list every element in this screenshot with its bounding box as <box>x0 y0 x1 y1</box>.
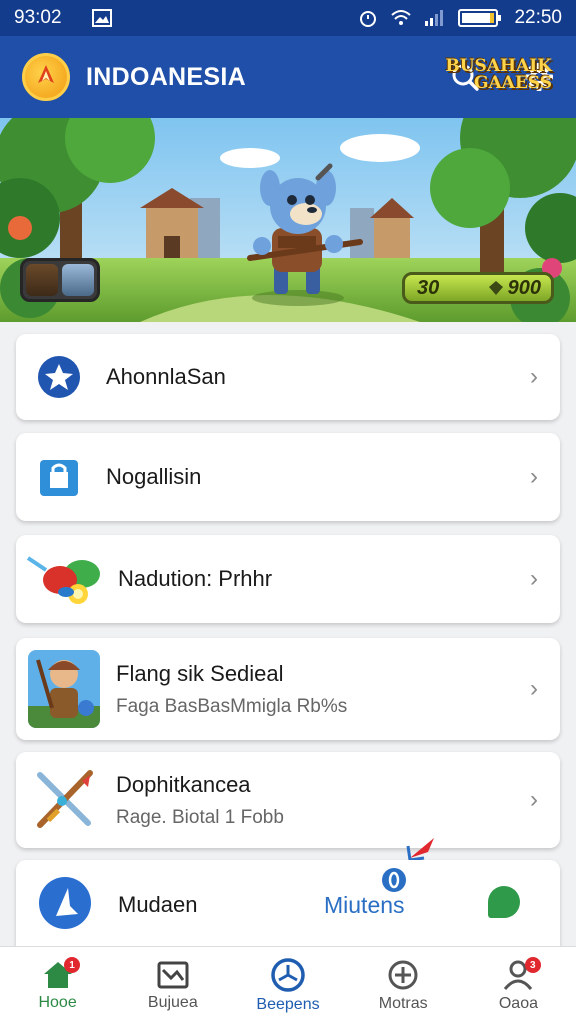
warrior-icon <box>28 650 100 728</box>
menu-item-title: Nogallisin <box>106 464 202 489</box>
status-bar: 93:02 22:50 <box>0 0 576 36</box>
score-pill: 30 900 <box>402 272 554 304</box>
chevron-right-icon: › <box>530 675 538 702</box>
arrow-icon <box>406 838 434 862</box>
menu-item-special[interactable]: Flang sik Sedieal Faga BasBasMmigla Rb%s… <box>16 638 560 740</box>
bag-icon <box>36 454 82 500</box>
thumbnail-2 <box>62 264 94 296</box>
tab-label: Bujuea <box>147 993 198 1011</box>
bottom-tab-bar: Hooe 1 Bujuea Beepens Motras Oaoa 3 <box>0 946 576 1024</box>
tab-label: Motras <box>378 994 428 1012</box>
score-right: 900 <box>507 276 541 299</box>
app-title: INDOANESIA <box>86 62 246 91</box>
alarm-icon <box>358 8 378 28</box>
bottom-card-center-label[interactable]: Miutens <box>324 892 405 919</box>
tab-label: Oaoa <box>498 994 538 1012</box>
chevron-right-icon: › <box>530 463 538 490</box>
bottom-card-label: Mudaen <box>118 892 198 917</box>
signal-icon <box>424 9 446 27</box>
tab-home[interactable]: Hooe 1 <box>0 947 115 1024</box>
flame-icon <box>38 65 54 83</box>
menu-item-nutrition[interactable]: Nadution: Prhhr › <box>16 535 560 623</box>
thumbnail-1 <box>26 264 58 296</box>
status-time-right: 22:50 <box>514 7 562 28</box>
location-icon <box>382 868 406 892</box>
crossed-swords-icon <box>32 767 98 833</box>
chevron-right-icon: › <box>530 363 538 390</box>
image-icon <box>91 8 112 28</box>
status-time-left: 93:02 <box>14 7 62 28</box>
wifi-icon <box>390 9 412 27</box>
menu-item-title: Dophitkancea <box>116 771 251 797</box>
tab-label: Beepens <box>256 995 320 1013</box>
tab-label: Hooe <box>38 993 77 1011</box>
tab-profile[interactable]: Oaoa 3 <box>461 947 576 1024</box>
photo-icon <box>157 961 189 988</box>
star-icon <box>36 354 82 400</box>
menu-item-shop[interactable]: Nogallisin › <box>16 433 560 521</box>
score-left: 30 <box>417 276 440 299</box>
banner-thumbnails[interactable] <box>20 258 100 302</box>
fruit-icon <box>26 544 104 614</box>
compass-icon <box>271 957 305 992</box>
menu-item-title: AhonnlaSan <box>106 364 226 389</box>
bottom-card[interactable]: Mudaen Miutens <box>16 860 560 950</box>
banner-brand: BUSAHAIK GAAESS <box>445 58 552 92</box>
gem-icon <box>488 281 503 295</box>
menu-item-title: Nadution: Prhhr <box>118 566 273 591</box>
chevron-right-icon: › <box>530 565 538 592</box>
menu-item-subtitle: Rage. Biotal 1 Fobb <box>116 806 284 828</box>
tab-beepens[interactable]: Beepens <box>230 947 345 1024</box>
chevron-right-icon: › <box>530 786 538 813</box>
menu-item-subtitle: Faga BasBasMmigla Rb%s <box>116 695 348 717</box>
menu-item-title: Flang sik Sedieal <box>116 660 284 686</box>
tab-motras[interactable]: Motras <box>346 947 461 1024</box>
navigation-icon <box>38 876 92 935</box>
menu-item-achievements[interactable]: AhonnlaSan › <box>16 334 560 420</box>
tab-bujuea[interactable]: Bujuea <box>115 947 230 1024</box>
status-dot-icon <box>488 886 520 918</box>
menu-item-equipment[interactable]: Dophitkancea Rage. Biotal 1 Fobb › <box>16 752 560 848</box>
app-logo <box>22 53 70 101</box>
banner-brand-line2: GAAESS <box>473 73 552 93</box>
battery-icon <box>458 8 502 28</box>
notification-badge: 1 <box>64 957 80 973</box>
target-icon <box>388 960 418 989</box>
notification-badge: 3 <box>524 957 541 973</box>
